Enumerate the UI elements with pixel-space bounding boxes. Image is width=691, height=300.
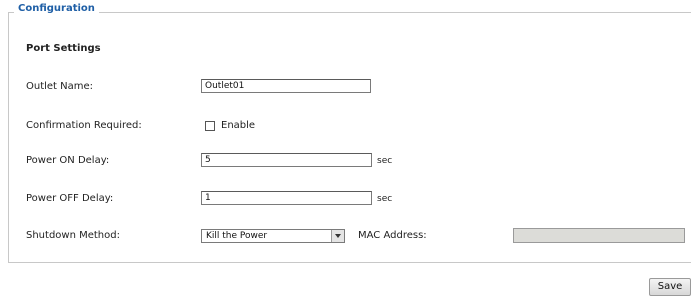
fieldset-legend: Configuration xyxy=(14,3,99,14)
power-off-delay-input[interactable] xyxy=(201,191,372,205)
outlet-name-label: Outlet Name: xyxy=(26,81,94,92)
power-on-delay-label: Power ON Delay: xyxy=(26,155,110,166)
mac-address-label: MAC Address: xyxy=(358,230,427,241)
power-off-delay-label: Power OFF Delay: xyxy=(26,193,114,204)
shutdown-method-selected-value: Kill the Power xyxy=(206,231,268,241)
shutdown-method-label: Shutdown Method: xyxy=(26,230,120,241)
shutdown-method-select[interactable]: Kill the Power xyxy=(201,229,345,243)
save-button[interactable]: Save xyxy=(649,278,691,296)
power-off-delay-unit: sec xyxy=(377,194,393,204)
configuration-fieldset xyxy=(8,12,691,262)
section-divider xyxy=(8,262,691,263)
enable-checkbox-label[interactable]: Enable xyxy=(221,120,255,131)
port-settings-title: Port Settings xyxy=(26,43,101,54)
power-on-delay-input[interactable] xyxy=(201,153,372,167)
chevron-down-icon[interactable] xyxy=(331,230,344,242)
mac-address-input xyxy=(513,228,685,243)
power-on-delay-unit: sec xyxy=(377,156,393,166)
confirmation-required-label: Confirmation Required: xyxy=(26,120,142,131)
outlet-name-input[interactable] xyxy=(201,79,371,93)
enable-checkbox[interactable] xyxy=(205,121,215,131)
